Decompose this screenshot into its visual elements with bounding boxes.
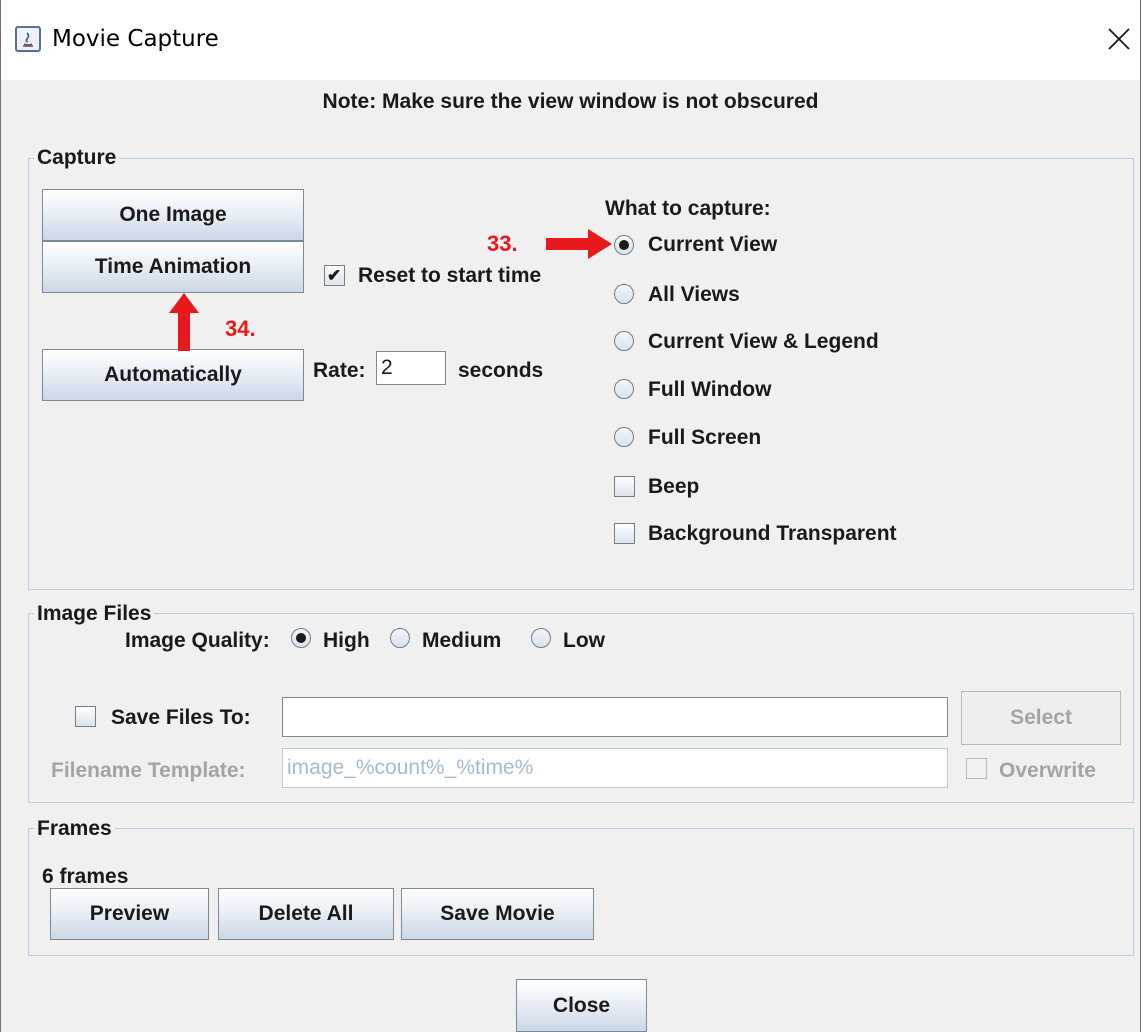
close-window-icon[interactable] bbox=[1107, 27, 1131, 51]
overwrite-checkbox[interactable] bbox=[966, 758, 987, 779]
quality-medium-radio[interactable] bbox=[390, 628, 410, 648]
seconds-label: seconds bbox=[458, 359, 544, 382]
automatically-button[interactable]: Automatically bbox=[42, 349, 304, 401]
filename-template-input[interactable] bbox=[282, 748, 948, 788]
annotation-arrow-right bbox=[546, 229, 612, 259]
annotation-step-34: 34. bbox=[225, 316, 256, 341]
preview-button[interactable]: Preview bbox=[50, 888, 209, 940]
movie-capture-window: Movie Capture Note: Make sure the view w… bbox=[0, 0, 1141, 1032]
save-files-to-checkbox[interactable] bbox=[75, 706, 96, 727]
quality-high-radio[interactable] bbox=[291, 628, 311, 648]
full-screen-label[interactable]: Full Screen bbox=[648, 426, 761, 450]
full-window-radio[interactable] bbox=[614, 379, 634, 399]
current-view-label[interactable]: Current View bbox=[648, 233, 777, 257]
filename-template-label: Filename Template: bbox=[51, 759, 246, 782]
current-view-radio[interactable] bbox=[614, 235, 634, 255]
all-views-radio[interactable] bbox=[614, 284, 634, 304]
title-bar[interactable]: Movie Capture bbox=[1, 0, 1140, 80]
quality-low-label[interactable]: Low bbox=[563, 629, 605, 653]
beep-label[interactable]: Beep bbox=[648, 475, 699, 499]
capture-group-title: Capture bbox=[34, 146, 120, 170]
reset-to-start-time-label[interactable]: Reset to start time bbox=[358, 264, 541, 288]
image-files-group-title: Image Files bbox=[34, 602, 155, 626]
time-animation-button[interactable]: Time Animation bbox=[42, 241, 304, 293]
annotation-arrow-up bbox=[169, 293, 199, 351]
save-files-to-input[interactable] bbox=[282, 697, 948, 737]
all-views-label[interactable]: All Views bbox=[648, 283, 740, 307]
quality-high-label[interactable]: High bbox=[323, 629, 370, 653]
close-button[interactable]: Close bbox=[516, 979, 647, 1032]
save-movie-button[interactable]: Save Movie bbox=[401, 888, 594, 940]
background-transparent-label[interactable]: Background Transparent bbox=[648, 522, 897, 546]
reset-to-start-time-checkbox[interactable]: ✔ bbox=[324, 265, 345, 286]
select-button[interactable]: Select bbox=[961, 691, 1121, 745]
image-quality-label: Image Quality: bbox=[125, 629, 270, 652]
what-to-capture-label: What to capture: bbox=[605, 197, 771, 220]
overwrite-label[interactable]: Overwrite bbox=[999, 759, 1096, 783]
quality-low-radio[interactable] bbox=[531, 628, 551, 648]
background-transparent-checkbox[interactable] bbox=[614, 523, 635, 544]
one-image-button[interactable]: One Image bbox=[42, 189, 304, 241]
note-text: Note: Make sure the view window is not o… bbox=[322, 90, 819, 113]
full-screen-radio[interactable] bbox=[614, 427, 634, 447]
java-app-icon bbox=[15, 26, 41, 52]
current-view-legend-radio[interactable] bbox=[614, 331, 634, 351]
frames-group-title: Frames bbox=[34, 817, 115, 841]
checkmark-icon: ✔ bbox=[327, 266, 342, 285]
window-title: Movie Capture bbox=[52, 26, 219, 52]
quality-medium-label[interactable]: Medium bbox=[422, 629, 501, 653]
rate-label: Rate: bbox=[313, 359, 366, 382]
frames-count: 6 frames bbox=[42, 865, 129, 888]
current-view-legend-label[interactable]: Current View & Legend bbox=[648, 330, 879, 354]
rate-input[interactable] bbox=[376, 351, 446, 385]
delete-all-button[interactable]: Delete All bbox=[218, 888, 394, 940]
annotation-step-33: 33. bbox=[487, 231, 518, 256]
save-files-to-label[interactable]: Save Files To: bbox=[111, 706, 251, 730]
beep-checkbox[interactable] bbox=[614, 476, 635, 497]
full-window-label[interactable]: Full Window bbox=[648, 378, 771, 402]
